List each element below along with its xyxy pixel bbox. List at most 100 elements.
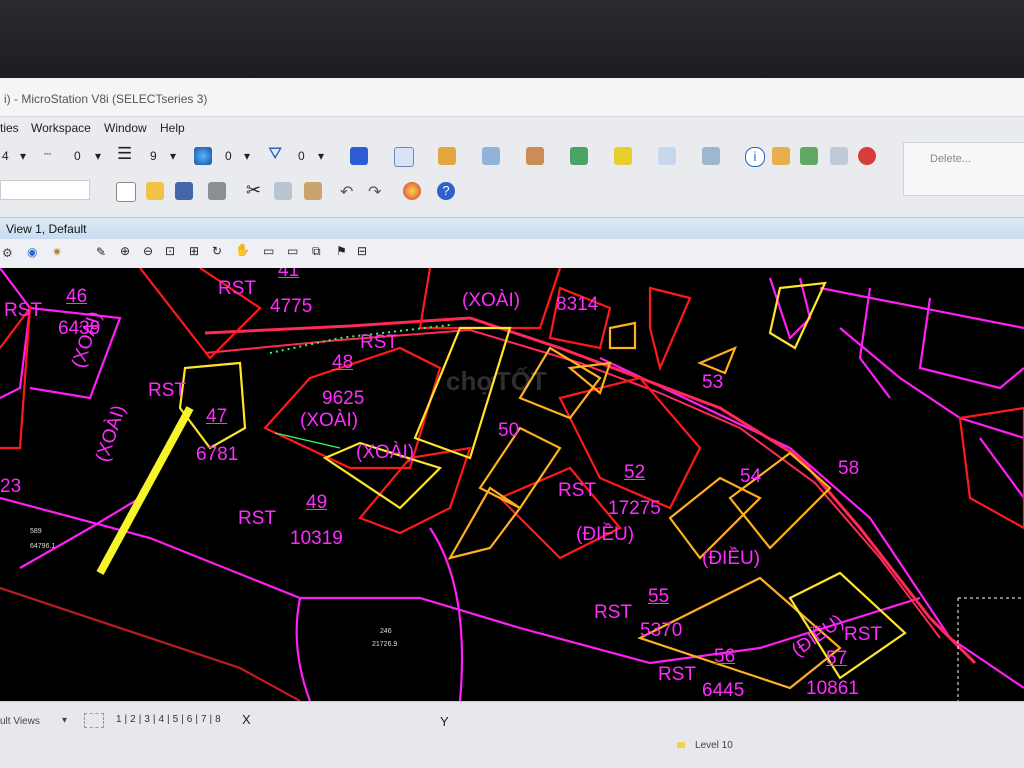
parcel-code: RST [594,602,632,623]
standard-toolbar: ✂ ↶ ↷ ? [0,180,470,206]
parcel-code: (XOÀI) [462,290,521,311]
select-icon[interactable] [830,147,848,165]
style-value[interactable]: 0 [74,149,81,163]
tiny-label: 64796.1 [30,543,55,550]
parcel-boundary [0,304,32,450]
view-title-bar: View 1, Default [0,217,1024,240]
dropdown-icon[interactable]: ▾ [95,149,101,163]
fence-icon[interactable] [526,147,544,165]
layers-icon[interactable] [614,147,632,165]
menu-bar: ties Workspace Window Help [0,116,900,140]
print-icon[interactable] [208,182,226,200]
parcel-number: 52 [624,462,646,483]
info-icon[interactable]: i [745,147,765,167]
parcel-number: 47 [206,406,228,427]
zoom-in-icon[interactable]: ⊕ [120,244,130,258]
view-attributes-icon[interactable]: ⚙ [2,246,13,260]
view-next-icon[interactable]: ▭ [287,244,298,258]
menu-item-window[interactable]: Window [104,121,147,135]
parcel-boundary [958,406,1024,530]
cloud-icon[interactable] [482,147,500,165]
command-input[interactable] [0,180,90,200]
color-value[interactable]: 0 [225,149,232,163]
parcel-number: 41 [278,268,300,281]
crop-tag: (ĐIỀU) [576,524,635,545]
linestyle-icon[interactable]: ┄ [44,147,51,161]
parcel-code: RST [360,332,398,353]
pan-view-icon[interactable]: ✋ [235,243,250,257]
view-group-icon[interactable] [84,713,104,728]
view-previous-icon[interactable]: ▭ [263,244,274,258]
delete-label[interactable]: Delete... [930,153,971,165]
parcel-boundary [0,496,921,665]
parcel-area: 10861 [806,678,859,699]
view-number-buttons[interactable]: 1|2|3|4|5|6|7|8 [116,714,224,725]
y-coordinate-label: Y [440,714,449,729]
parcel-boundary [697,345,738,375]
new-file-icon[interactable] [116,182,136,202]
watermark: chợTỐT [446,366,547,396]
clip-volume-icon[interactable]: ⊟ [357,244,367,258]
undo-icon[interactable]: ↶ [340,182,353,202]
fit-view-icon[interactable]: ⊞ [189,244,199,258]
display-style-icon[interactable]: ◉ [27,245,37,259]
menu-item-ties[interactable]: ties [0,121,19,135]
render-icon[interactable] [403,182,421,200]
raster-icon[interactable] [570,147,588,165]
color-icon[interactable] [194,147,212,165]
view-toggle-icon[interactable]: ⚑ [336,244,347,258]
saved-views-label[interactable]: ult Views [0,716,40,727]
weight-value[interactable]: 4 [2,149,9,163]
open-folder-icon[interactable] [146,182,164,200]
level-icon[interactable]: ⛛ [268,144,282,164]
primary-tools-icon[interactable] [350,147,368,165]
cut-icon[interactable]: ✂ [246,180,261,201]
level-value[interactable]: 0 [298,149,305,163]
lighting-icon[interactable]: ✷ [52,245,62,259]
update-view-icon[interactable]: ✎ [96,245,106,259]
report-icon[interactable] [800,147,818,165]
stop-icon[interactable] [858,147,876,165]
parcel-number: 50 [498,420,520,441]
parcel-boundary [478,426,562,510]
x-coordinate-label: X [242,712,251,727]
paste-icon[interactable] [304,182,322,200]
parcel-boundary [0,586,301,701]
dropdown-icon[interactable]: ▾ [170,149,176,163]
rotate-view-icon[interactable]: ↻ [212,244,222,258]
task-panel: Delete... [903,142,1024,196]
tiny-label: 21726.9 [372,641,397,648]
window-area-icon[interactable]: ⊡ [165,244,175,258]
snap-icon[interactable] [658,147,676,165]
dropdown-icon[interactable]: ▾ [20,149,26,163]
parcel-boundary [839,327,1024,440]
copy-icon[interactable] [274,182,292,200]
help-icon[interactable]: ? [437,182,455,200]
parcel-boundary [648,286,692,372]
parcel-boundary [768,281,827,350]
search-icon[interactable] [772,147,790,165]
measure-icon[interactable] [702,147,720,165]
zoom-out-icon[interactable]: ⊖ [143,244,153,258]
parcel-area: 8314 [556,294,599,315]
parcel-number: 49 [306,492,328,513]
lineweight-value[interactable]: 9 [150,149,157,163]
copy-view-icon[interactable]: ⧉ [312,244,321,259]
parcel-number: 23 [0,476,22,497]
dropdown-icon[interactable]: ▾ [62,715,67,726]
lineweight-icon[interactable]: ☰ [117,144,132,164]
level-icon [677,742,685,748]
parcel-area: 9625 [322,388,365,409]
parcel-area: 5370 [640,620,683,641]
attributes-icon[interactable] [438,147,456,165]
parcel-boundary [979,437,1024,499]
save-icon[interactable] [175,182,193,200]
menu-item-workspace[interactable]: Workspace [31,121,91,135]
dropdown-icon[interactable]: ▾ [244,149,250,163]
drawing-canvas[interactable]: 589 64796.1 246 21726.9 RST 46 6439 RST … [0,268,1024,701]
menu-item-help[interactable]: Help [160,121,185,135]
redo-icon[interactable]: ↷ [368,182,381,202]
element-info-icon[interactable] [394,147,414,167]
dropdown-icon[interactable]: ▾ [318,149,324,163]
parcel-number: 54 [740,466,762,487]
